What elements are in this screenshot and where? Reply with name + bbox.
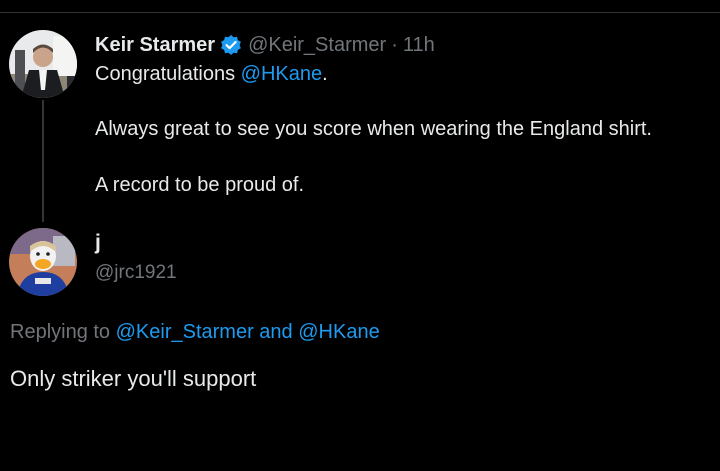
replying-to-label: Replying to bbox=[10, 321, 116, 343]
reply-author-avatar[interactable] bbox=[9, 228, 77, 296]
thread-connector-line bbox=[42, 100, 44, 222]
tweet-header: Keir Starmer @Keir_Starmer · 11h bbox=[95, 30, 435, 60]
reply-author-handle[interactable]: @jrc1921 bbox=[95, 262, 177, 284]
tweet-text-suffix: . bbox=[322, 63, 328, 85]
author-avatar[interactable] bbox=[9, 30, 77, 98]
tweet-text-line-1: Congratulations @HKane. bbox=[95, 60, 328, 88]
author-display-name[interactable]: Keir Starmer bbox=[95, 34, 215, 57]
author-handle[interactable]: @Keir_Starmer bbox=[248, 34, 386, 57]
replying-to-line: Replying to @Keir_Starmer and @HKane bbox=[10, 318, 380, 346]
replying-mention-hkane[interactable]: @HKane bbox=[298, 321, 379, 343]
reply-author-display-name[interactable]: j bbox=[95, 231, 101, 255]
tweet-text-line-3: A record to be proud of. bbox=[95, 174, 305, 196]
tweet-timestamp[interactable]: 11h bbox=[403, 34, 435, 57]
replying-and-text: and bbox=[253, 321, 299, 343]
tweet-text-line-2: Always great to see you score when weari… bbox=[95, 118, 652, 140]
header-separator: · bbox=[391, 33, 398, 56]
mention-link-hkane[interactable]: @HKane bbox=[241, 63, 322, 85]
top-divider bbox=[0, 12, 720, 13]
replying-mention-keir-starmer[interactable]: @Keir_Starmer bbox=[116, 321, 254, 343]
reply-text: Only striker you'll support bbox=[10, 366, 257, 391]
tweet-text-prefix: Congratulations bbox=[95, 63, 241, 85]
verified-badge-icon bbox=[220, 34, 242, 56]
reply-avatar-image bbox=[9, 228, 77, 296]
author-avatar-image bbox=[9, 30, 77, 98]
